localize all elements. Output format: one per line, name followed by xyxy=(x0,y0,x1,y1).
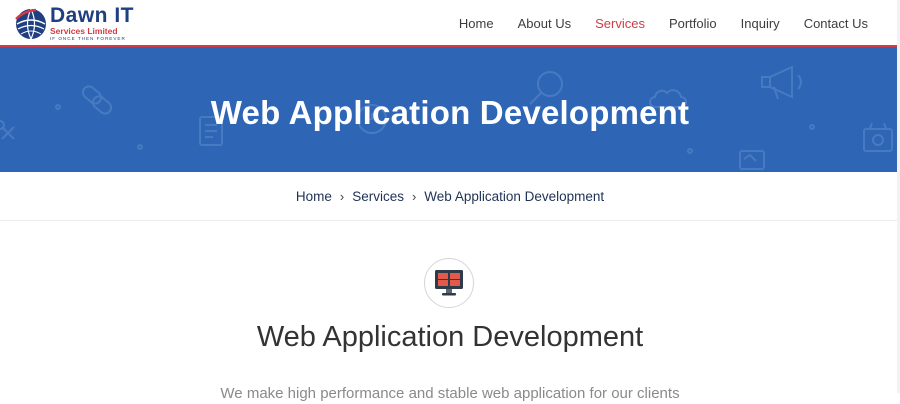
brand-name: Dawn IT xyxy=(50,4,135,27)
nav-item-inquiry[interactable]: Inquiry xyxy=(741,0,780,47)
nav-item-services[interactable]: Services xyxy=(595,0,645,47)
nav-item-home[interactable]: Home xyxy=(459,0,494,47)
breadcrumb-home[interactable]: Home xyxy=(296,189,332,204)
banner-title: Web Application Development xyxy=(210,94,690,131)
globe-logo-icon xyxy=(15,8,46,40)
breadcrumb-services[interactable]: Services xyxy=(352,189,404,204)
monitor-icon xyxy=(435,270,463,296)
nav-item-about-us[interactable]: About Us xyxy=(518,0,571,47)
site-logo[interactable]: Dawn IT Services Limited IF ONCE THEN FO… xyxy=(14,5,154,43)
nav-item-portfolio[interactable]: Portfolio xyxy=(669,0,717,47)
breadcrumb-current: Web Application Development xyxy=(424,188,605,204)
brand-tagline: IF ONCE THEN FOREVER xyxy=(50,36,126,41)
main-navigation: Home About Us Services Portfolio Inquiry… xyxy=(435,0,900,47)
intro-text: We make high performance and stable web … xyxy=(220,385,680,402)
breadcrumb-separator: › xyxy=(411,188,417,204)
page-banner: Web Application Development xyxy=(0,47,900,172)
section-title: Web Application Development xyxy=(256,321,644,353)
service-icon-circle xyxy=(424,258,474,308)
site-header: Dawn IT Services Limited IF ONCE THEN FO… xyxy=(0,0,900,47)
nav-item-contact-us[interactable]: Contact Us xyxy=(804,0,868,47)
brand-subtitle: Services Limited xyxy=(50,26,118,36)
breadcrumb-separator: › xyxy=(339,188,345,204)
breadcrumb: Home › Services › Web Application Develo… xyxy=(0,172,900,221)
